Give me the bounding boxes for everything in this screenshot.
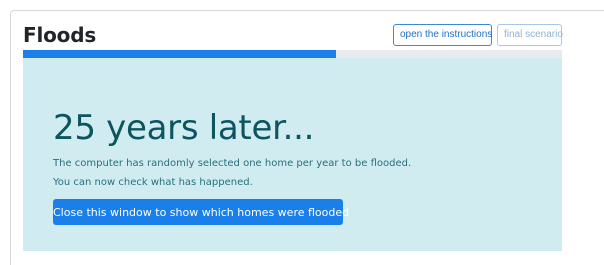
alert-heading: 25 years later... <box>53 108 315 148</box>
close-window-button[interactable]: Close this window to show which homes we… <box>53 199 349 225</box>
final-scenario-button[interactable]: final scenario <box>497 24 563 46</box>
progress-fill <box>23 50 336 58</box>
result-alert: 25 years later... The computer has rando… <box>23 58 562 251</box>
alert-text-line-2: You can now check what has happened. <box>53 177 253 188</box>
alert-text-line-1: The computer has randomly selected one h… <box>53 158 412 169</box>
progress-bar <box>23 50 562 58</box>
page-title: Floods <box>23 23 97 47</box>
open-instructions-button[interactable]: open the instructions <box>393 24 492 46</box>
